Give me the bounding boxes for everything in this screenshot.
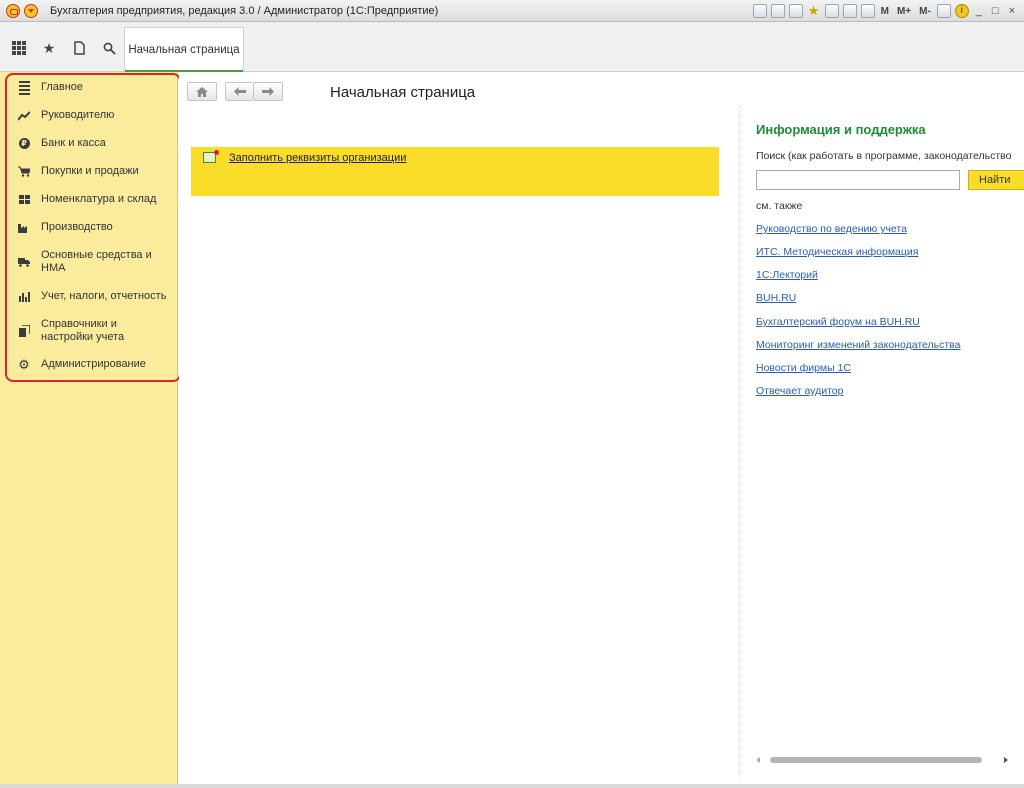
apps-grid-icon[interactable] <box>10 40 28 56</box>
sidebar-item-purchases-sales[interactable]: Покупки и продажи <box>18 165 168 178</box>
sidebar-item-catalogs[interactable]: Справочники и настройки учета <box>18 318 168 344</box>
link-auditor-answers[interactable]: Отвечает аудитор <box>756 385 843 397</box>
scroll-right-icon[interactable] <box>1004 757 1008 763</box>
books-icon <box>18 325 30 337</box>
main-menu-button[interactable] <box>24 3 38 18</box>
app-logo-icon <box>6 3 20 18</box>
sidebar-item-label: Руководителю <box>41 109 115 121</box>
home-button[interactable] <box>187 82 217 101</box>
link-legislation-monitoring[interactable]: Мониторинг изменений законодательства <box>756 339 960 351</box>
link-buh-ru[interactable]: BUH.RU <box>756 292 796 304</box>
forward-button[interactable] <box>253 82 283 101</box>
page-title: Начальная страница <box>330 84 476 101</box>
save-icon[interactable] <box>752 4 767 18</box>
grid-icon <box>18 194 30 206</box>
sidebar-item-fixed-assets[interactable]: Основные средства и НМА <box>18 249 168 275</box>
menu-icon <box>18 80 30 95</box>
sections-sidebar: Главное Руководителю ₽ Банк и касса Поку… <box>0 72 181 788</box>
window-title: Бухгалтерия предприятия, редакция 3.0 / … <box>50 4 439 17</box>
info-search-input[interactable] <box>756 170 960 190</box>
sidebar-item-reporting[interactable]: Учет, налоги, отчетность <box>18 290 168 303</box>
title-toolbar: ★ M M+ M- i _ □ × <box>752 2 1018 20</box>
sidebar-item-production[interactable]: Производство <box>18 221 168 234</box>
restore-button[interactable]: □ <box>989 5 1002 17</box>
window-bottom-edge <box>0 784 1024 788</box>
sidebar-item-label: Главное <box>41 81 84 93</box>
fill-organization-details-link[interactable]: Заполнить реквизиты организации <box>229 152 406 164</box>
sidebar-item-bank[interactable]: ₽ Банк и касса <box>18 137 168 150</box>
setup-banner: Заполнить реквизиты организации <box>191 147 719 196</box>
panel-divider <box>739 106 740 778</box>
cart-icon <box>18 166 30 178</box>
close-button[interactable]: × <box>1006 5 1018 17</box>
favorites-star-icon[interactable]: ★ <box>40 40 58 56</box>
history-icon[interactable] <box>70 40 88 56</box>
back-button[interactable] <box>225 82 253 101</box>
bar-chart-icon <box>18 291 30 303</box>
calendar-icon[interactable] <box>860 4 875 18</box>
search-label: Поиск (как работать в программе, законод… <box>756 150 1012 162</box>
find-button[interactable]: Найти <box>968 170 1024 190</box>
link-its-methodology[interactable]: ИТС. Методическая информация <box>756 246 918 258</box>
top-toolbar: ★ Начальная страница <box>0 22 1024 72</box>
memory-minus-button[interactable]: M- <box>917 6 933 17</box>
history-icon[interactable] <box>824 4 839 18</box>
link-accounting-guide[interactable]: Руководство по ведению учета <box>756 223 907 235</box>
info-support-panel: Информация и поддержка Поиск (как работа… <box>756 72 1024 788</box>
memory-m-button[interactable]: M <box>879 6 891 17</box>
minimize-button[interactable]: _ <box>973 5 985 17</box>
tab-home-page[interactable]: Начальная страница <box>124 27 244 72</box>
main-content: Начальная страница Заполнить реквизиты о… <box>179 72 1024 788</box>
sidebar-item-label: Производство <box>41 221 113 233</box>
sidebar-item-label: Банк и касса <box>41 137 106 149</box>
sidebar-item-label: Основные средства и НМА <box>41 249 152 274</box>
sidebar-item-director[interactable]: Руководителю <box>18 109 168 122</box>
scroll-left-icon[interactable] <box>756 757 760 763</box>
trend-icon <box>18 110 30 122</box>
link-1c-lectorium[interactable]: 1С:Лекторий <box>756 269 818 281</box>
sidebar-item-label: Справочники и настройки учета <box>41 318 125 343</box>
scrollbar-thumb[interactable] <box>770 757 982 763</box>
panels-icon[interactable] <box>936 4 951 18</box>
print-icon[interactable] <box>770 4 785 18</box>
title-bar: Бухгалтерия предприятия, редакция 3.0 / … <box>0 0 1024 22</box>
organization-icon <box>203 150 219 163</box>
favorites-star-icon[interactable]: ★ <box>807 4 821 18</box>
info-icon[interactable]: i <box>954 4 969 18</box>
factory-icon <box>18 222 30 234</box>
search-icon[interactable] <box>100 40 118 56</box>
sidebar-item-label: Администрирование <box>41 358 146 370</box>
info-panel-scrollbar[interactable] <box>756 756 1008 764</box>
see-also-label: см. также <box>756 200 803 212</box>
coin-icon: ₽ <box>18 138 30 150</box>
preview-icon[interactable] <box>788 4 803 18</box>
gear-icon: ⚙ <box>18 356 30 372</box>
info-panel-title: Информация и поддержка <box>756 122 926 137</box>
memory-plus-button[interactable]: M+ <box>895 6 913 17</box>
link-buh-forum[interactable]: Бухгалтерский форум на BUH.RU <box>756 316 920 328</box>
sidebar-item-administration[interactable]: ⚙ Администрирование <box>18 358 168 371</box>
calculator-icon[interactable] <box>842 4 857 18</box>
sidebar-item-label: Покупки и продажи <box>41 165 139 177</box>
truck-icon <box>18 256 30 268</box>
link-1c-news[interactable]: Новости фирмы 1С <box>756 362 851 374</box>
sidebar-item-main[interactable]: Главное <box>18 80 168 95</box>
sidebar-item-label: Учет, налоги, отчетность <box>41 290 167 302</box>
sidebar-item-inventory[interactable]: Номенклатура и склад <box>18 193 168 206</box>
sidebar-item-label: Номенклатура и склад <box>41 193 157 205</box>
